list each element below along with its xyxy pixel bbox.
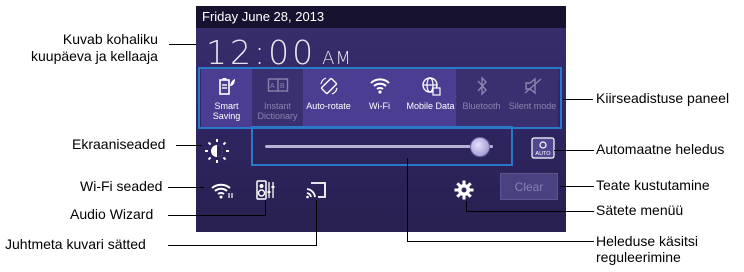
connector-line bbox=[168, 245, 317, 246]
mobile-data-icon bbox=[405, 76, 456, 98]
connector-line bbox=[560, 186, 594, 187]
callout-auto-brightness: Automaatne heledus bbox=[596, 141, 725, 157]
connector-line bbox=[407, 158, 408, 242]
notification-panel: Friday June 28, 2013 12:00 AM Smart Savin… bbox=[196, 6, 566, 232]
connector-line bbox=[168, 215, 266, 216]
svg-text:A: A bbox=[270, 83, 275, 90]
date-text: Friday June 28, 2013 bbox=[196, 6, 566, 28]
display-settings-icon[interactable] bbox=[204, 138, 230, 164]
callout-manual-brightness-line1: Heleduse käsitsi bbox=[596, 233, 698, 249]
tile-label: Instant Dictionary bbox=[257, 101, 298, 121]
rotate-icon bbox=[303, 76, 354, 98]
tile-label: Bluetooth bbox=[462, 101, 501, 111]
callout-wifi-settings: Wi-Fi seaded bbox=[80, 178, 163, 194]
wifi-icon bbox=[354, 76, 405, 98]
ampm-text: AM bbox=[322, 48, 352, 69]
tile-label: Wi-Fi bbox=[369, 101, 390, 111]
smart-saving-icon bbox=[201, 76, 252, 98]
brightness-slider[interactable] bbox=[251, 126, 513, 166]
audio-wizard-icon bbox=[256, 180, 275, 200]
wifi-settings-icon bbox=[211, 183, 233, 199]
tile-label: Silent mode bbox=[508, 101, 557, 111]
wifi-settings-button[interactable] bbox=[202, 170, 242, 210]
svg-text:AUTO: AUTO bbox=[535, 151, 551, 157]
callout-wireless-display: Juhtmeta kuvari sätted bbox=[5, 236, 146, 252]
quick-settings-row: Smart Saving AB Instant Dictionary Auto-… bbox=[199, 69, 561, 129]
clear-button[interactable]: Clear bbox=[500, 173, 558, 200]
callout-datetime-line1: Kuvab kohaliku bbox=[62, 31, 158, 47]
tile-instant-dictionary[interactable]: AB Instant Dictionary bbox=[252, 69, 303, 127]
callout-manual-brightness: Heleduse käsitsi reguleerimine bbox=[596, 233, 698, 265]
tile-smart-saving[interactable]: Smart Saving bbox=[201, 69, 252, 127]
callout-clear-notifications: Teate kustutamine bbox=[596, 177, 710, 193]
gear-icon bbox=[454, 180, 474, 200]
callout-audio-wizard: Audio Wizard bbox=[70, 206, 154, 222]
tile-label: Mobile Data bbox=[406, 101, 455, 111]
tile-auto-rotate[interactable]: Auto-rotate bbox=[303, 69, 354, 127]
brightness-thumb[interactable] bbox=[470, 137, 491, 157]
connector-line bbox=[169, 44, 196, 45]
dictionary-icon: AB bbox=[252, 76, 303, 98]
tile-mobile-data[interactable]: Mobile Data bbox=[405, 69, 456, 127]
bluetooth-icon bbox=[456, 76, 507, 98]
callout-display-settings: Ekraaniseaded bbox=[72, 136, 166, 152]
connector-line bbox=[176, 145, 202, 146]
callout-datetime: Kuvab kohaliku kuupäeva ja kellaaja bbox=[31, 31, 158, 65]
tile-wifi[interactable]: Wi-Fi bbox=[354, 69, 405, 127]
brightness-track bbox=[265, 145, 493, 148]
callout-quick-panel: Kiirseadistuse paneel bbox=[596, 90, 730, 106]
callout-settings-menu: Sätete menüü bbox=[596, 202, 684, 218]
tile-label: Auto-rotate bbox=[306, 101, 351, 111]
silent-mode-icon bbox=[507, 76, 558, 98]
connector-line bbox=[466, 211, 594, 212]
audio-wizard-button[interactable] bbox=[246, 170, 286, 210]
connector-line bbox=[554, 150, 594, 151]
connector-line bbox=[168, 187, 204, 188]
tile-bluetooth[interactable]: Bluetooth bbox=[456, 69, 507, 127]
auto-brightness-icon[interactable]: AUTO bbox=[531, 137, 555, 159]
connector-line bbox=[265, 200, 266, 216]
callout-datetime-line2: kuupäeva ja kellaaja bbox=[31, 48, 158, 64]
svg-text:B: B bbox=[280, 83, 285, 90]
connector-line bbox=[407, 241, 594, 242]
callout-manual-brightness-line2: reguleerimine bbox=[596, 249, 681, 265]
connector-line bbox=[563, 99, 593, 100]
wireless-display-icon bbox=[306, 182, 326, 199]
tile-silent-mode[interactable]: Silent mode bbox=[507, 69, 558, 127]
tile-label: Smart Saving bbox=[212, 101, 241, 121]
settings-menu-button[interactable] bbox=[444, 170, 484, 210]
connector-line bbox=[316, 200, 317, 246]
